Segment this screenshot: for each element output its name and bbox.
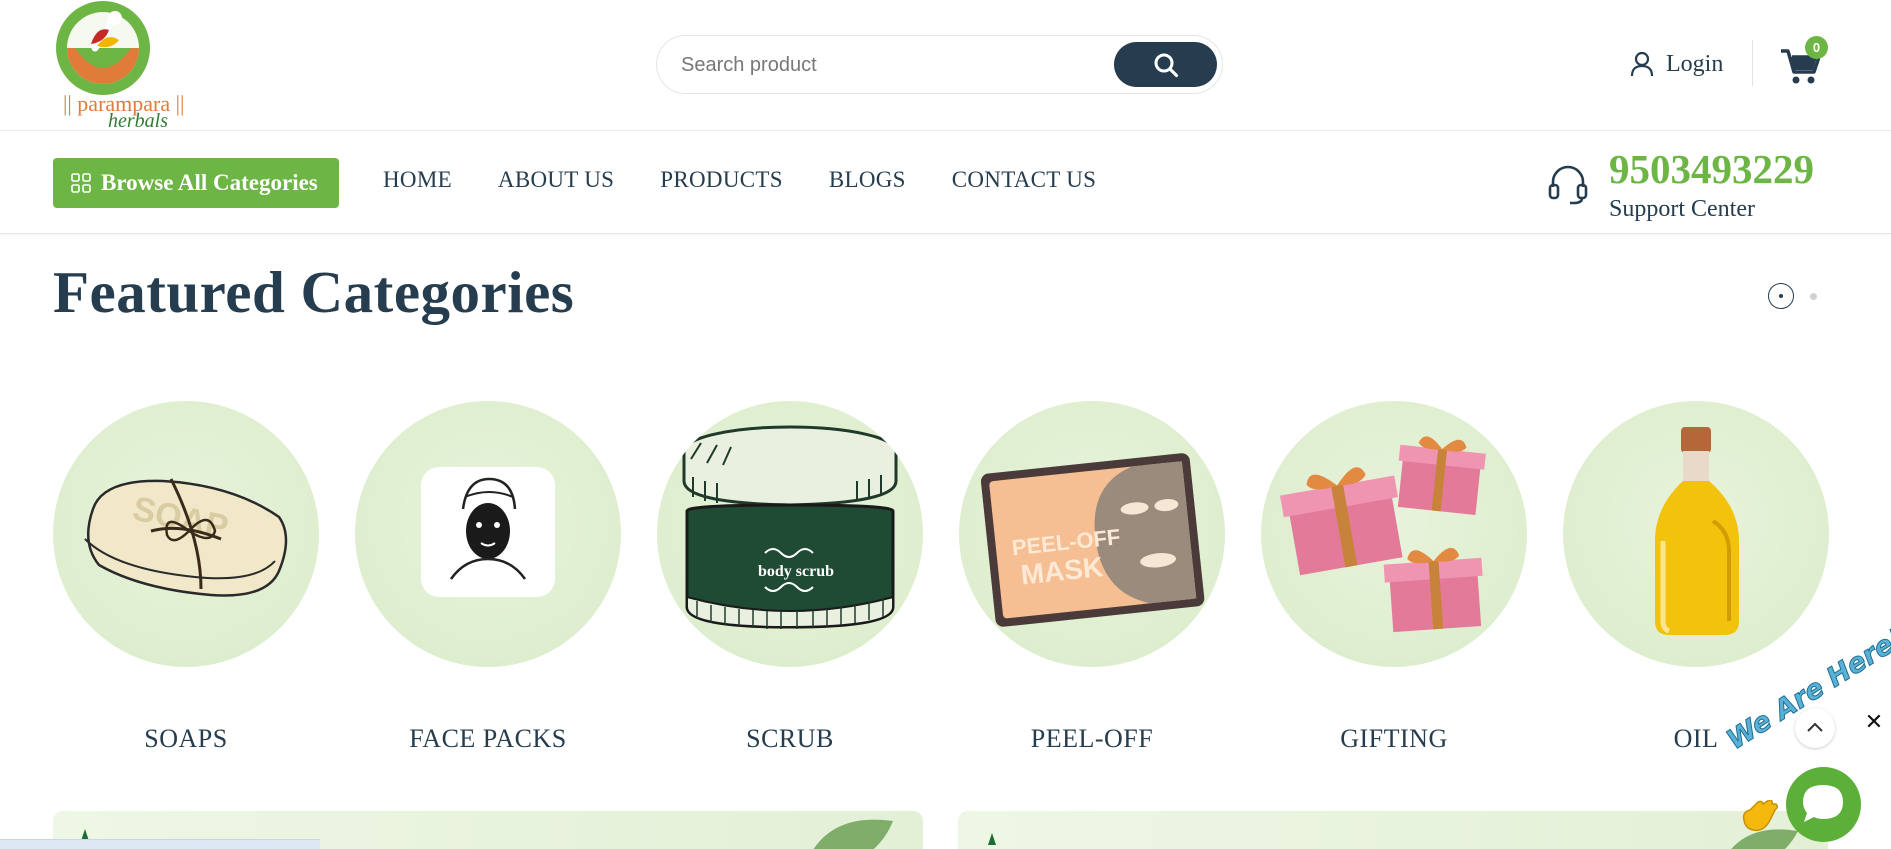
support-center-label: Support Center bbox=[1609, 196, 1755, 222]
support-phone-number[interactable]: 9503493229 bbox=[1609, 145, 1814, 193]
category-name-oil: OIL bbox=[1673, 724, 1719, 753]
gift-boxes-icon bbox=[1279, 436, 1486, 633]
category-name-gifting: GIFTING bbox=[1340, 724, 1448, 753]
cart-count-badge: 0 bbox=[1805, 36, 1828, 59]
search-bar bbox=[656, 35, 1223, 94]
nav-menu: HOME ABOUT US PRODUCTS BLOGS CONTACT US bbox=[383, 167, 1096, 193]
category-name-face-packs: FACE PACKS bbox=[409, 724, 567, 753]
promo-banner-2[interactable] bbox=[958, 811, 1828, 849]
face-mask-woman-icon bbox=[421, 467, 555, 597]
carousel-dot-active[interactable] bbox=[1768, 283, 1794, 309]
category-image-oil bbox=[1563, 401, 1829, 667]
nav-item-about-us[interactable]: ABOUT US bbox=[498, 167, 614, 193]
category-image-gifting bbox=[1261, 401, 1527, 667]
category-card-face-packs[interactable]: FACE PACKS bbox=[355, 401, 621, 754]
category-card-gifting[interactable]: GIFTING bbox=[1261, 401, 1527, 754]
grid-icon bbox=[71, 173, 91, 193]
category-image-face-packs bbox=[355, 401, 621, 667]
waving-hand-icon bbox=[1742, 800, 1778, 832]
carousel-pagination bbox=[1768, 283, 1828, 309]
chat-open-button[interactable] bbox=[1786, 767, 1861, 842]
svg-text:body scrub: body scrub bbox=[758, 563, 834, 580]
search-button[interactable] bbox=[1114, 42, 1217, 87]
browse-all-categories-label: Browse All Categories bbox=[101, 170, 318, 195]
login-label: Login bbox=[1666, 50, 1724, 77]
oil-bottle-icon bbox=[1655, 427, 1739, 635]
category-image-soaps: SOAP bbox=[53, 401, 319, 667]
category-name-soaps: SOAPS bbox=[144, 724, 228, 753]
body-scrub-jar-icon: body scrub bbox=[682, 425, 898, 629]
category-image-scrub: body scrub bbox=[657, 401, 923, 667]
featured-categories-title: Featured Categories bbox=[53, 259, 575, 325]
headset-icon bbox=[1548, 165, 1588, 205]
peel-off-mask-icon: PEEL-OFF MASK bbox=[980, 453, 1205, 627]
browse-all-categories-button[interactable]: Browse All Categories bbox=[53, 158, 339, 208]
category-card-soaps[interactable]: SOAP SOAPS bbox=[53, 401, 319, 754]
bottom-bar-strip bbox=[0, 839, 320, 849]
category-name-scrub: SCRUB bbox=[746, 724, 834, 753]
nav-item-blogs[interactable]: BLOGS bbox=[829, 167, 906, 193]
carousel-dot[interactable] bbox=[1810, 293, 1817, 300]
user-icon bbox=[1630, 51, 1654, 77]
category-image-peel-off: PEEL-OFF MASK bbox=[959, 401, 1225, 667]
header-top: || parampara || herbals Login 0 bbox=[0, 0, 1891, 132]
nav-item-home[interactable]: HOME bbox=[383, 167, 452, 193]
svg-text:herbals: herbals bbox=[108, 110, 168, 130]
logo-emblem: || parampara || herbals bbox=[56, 1, 184, 132]
chat-close-button[interactable]: ✕ bbox=[1862, 711, 1886, 735]
brand-logo[interactable]: || parampara || herbals bbox=[53, 0, 223, 132]
leaf-decoration-icon bbox=[988, 829, 1798, 849]
search-input[interactable] bbox=[681, 48, 1081, 82]
search-icon bbox=[1154, 53, 1178, 77]
category-name-peel-off: PEEL-OFF bbox=[1030, 724, 1154, 753]
nav-item-products[interactable]: PRODUCTS bbox=[660, 167, 783, 193]
category-card-scrub[interactable]: body scrub SCRUB bbox=[657, 401, 923, 754]
main-navigation: Browse All Categories HOME ABOUT US PROD… bbox=[0, 131, 1891, 234]
login-link[interactable]: Login bbox=[1630, 46, 1723, 82]
category-card-peel-off[interactable]: PEEL-OFF MASK PEEL-OFF bbox=[959, 401, 1225, 754]
nav-item-contact-us[interactable]: CONTACT US bbox=[952, 167, 1097, 193]
chat-bubble-icon bbox=[1803, 785, 1843, 822]
soap-bar-icon: SOAP bbox=[84, 478, 288, 597]
header-divider bbox=[1752, 40, 1753, 86]
